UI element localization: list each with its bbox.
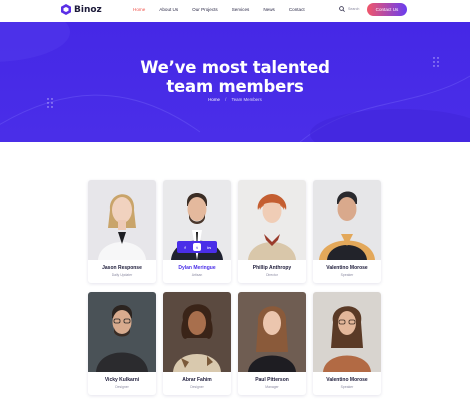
member-name: Valentino Morose: [326, 265, 368, 271]
member-name: Jason Response: [102, 265, 142, 271]
member-photo: [88, 180, 156, 260]
logo[interactable]: Binoz: [61, 4, 102, 15]
nav-news[interactable]: News: [263, 7, 275, 12]
team-card[interactable]: f t in Dylan Meringue Artisan: [163, 180, 231, 283]
team-card[interactable]: Vicky Kulkarni Designer: [88, 292, 156, 395]
breadcrumb: Home / Team Members: [0, 97, 470, 102]
main-nav: Home About Us Our Projects Services News…: [133, 7, 319, 12]
member-name: Abrar Fahim: [182, 377, 212, 383]
linkedin-icon[interactable]: in: [205, 243, 213, 251]
team-card[interactable]: Paul Pitterson Manager: [238, 292, 306, 395]
nav-about-us[interactable]: About Us: [159, 7, 178, 12]
facebook-icon[interactable]: f: [181, 243, 189, 251]
member-photo: [238, 180, 306, 260]
member-photo: [238, 292, 306, 372]
team-card[interactable]: Phillip Anthropy Director: [238, 180, 306, 283]
member-photo: [163, 292, 231, 372]
nav-our-projects[interactable]: Our Projects: [192, 7, 218, 12]
member-name: Phillip Anthropy: [252, 265, 292, 271]
member-role: Designer: [190, 385, 204, 389]
member-role: Artisan: [191, 273, 203, 277]
search-button[interactable]: Search: [339, 6, 359, 12]
team-card[interactable]: Valentino Morose Speaker: [313, 180, 381, 283]
member-role: Director: [266, 273, 278, 277]
site-header: Binoz Home About Us Our Projects Service…: [0, 0, 470, 22]
member-photo: [313, 180, 381, 260]
logo-hexagon-icon: [61, 4, 71, 15]
search-label: Search: [348, 7, 360, 11]
page-title-line-2: team members: [166, 77, 304, 96]
page-title-line-1: We’ve most talented: [140, 58, 330, 77]
team-card[interactable]: Valentino Morose Speaker: [313, 292, 381, 395]
search-icon: [339, 6, 345, 12]
brand-name: Binoz: [74, 4, 102, 15]
member-role: Speaker: [340, 385, 354, 389]
twitter-icon[interactable]: t: [193, 243, 201, 251]
social-links: f t in: [177, 241, 217, 253]
member-photo: [313, 292, 381, 372]
nav-home[interactable]: Home: [133, 7, 145, 12]
team-card[interactable]: Jason Response Daily Updater: [88, 180, 156, 283]
breadcrumb-current: Team Members: [231, 97, 262, 102]
page-title: We’ve most talented team members: [0, 58, 470, 96]
member-name: Vicky Kulkarni: [104, 377, 140, 383]
member-role: Speaker: [340, 273, 354, 277]
nav-services[interactable]: Services: [232, 7, 250, 12]
breadcrumb-separator: /: [225, 97, 227, 102]
nav-contact[interactable]: Contact: [289, 7, 305, 12]
page-hero: We’ve most talented team members Home / …: [0, 22, 470, 142]
member-role: Manager: [265, 385, 279, 389]
contact-us-button[interactable]: Contact Us: [367, 3, 407, 16]
member-name: Paul Pitterson: [255, 377, 289, 383]
member-name: Valentino Morose: [326, 377, 368, 383]
member-role: Daily Updater: [111, 273, 133, 277]
team-card[interactable]: Abrar Fahim Designer: [163, 292, 231, 395]
breadcrumb-home[interactable]: Home: [208, 97, 220, 102]
member-photo: [88, 292, 156, 372]
member-name: Dylan Meringue: [178, 265, 216, 271]
member-role: Designer: [115, 385, 129, 389]
